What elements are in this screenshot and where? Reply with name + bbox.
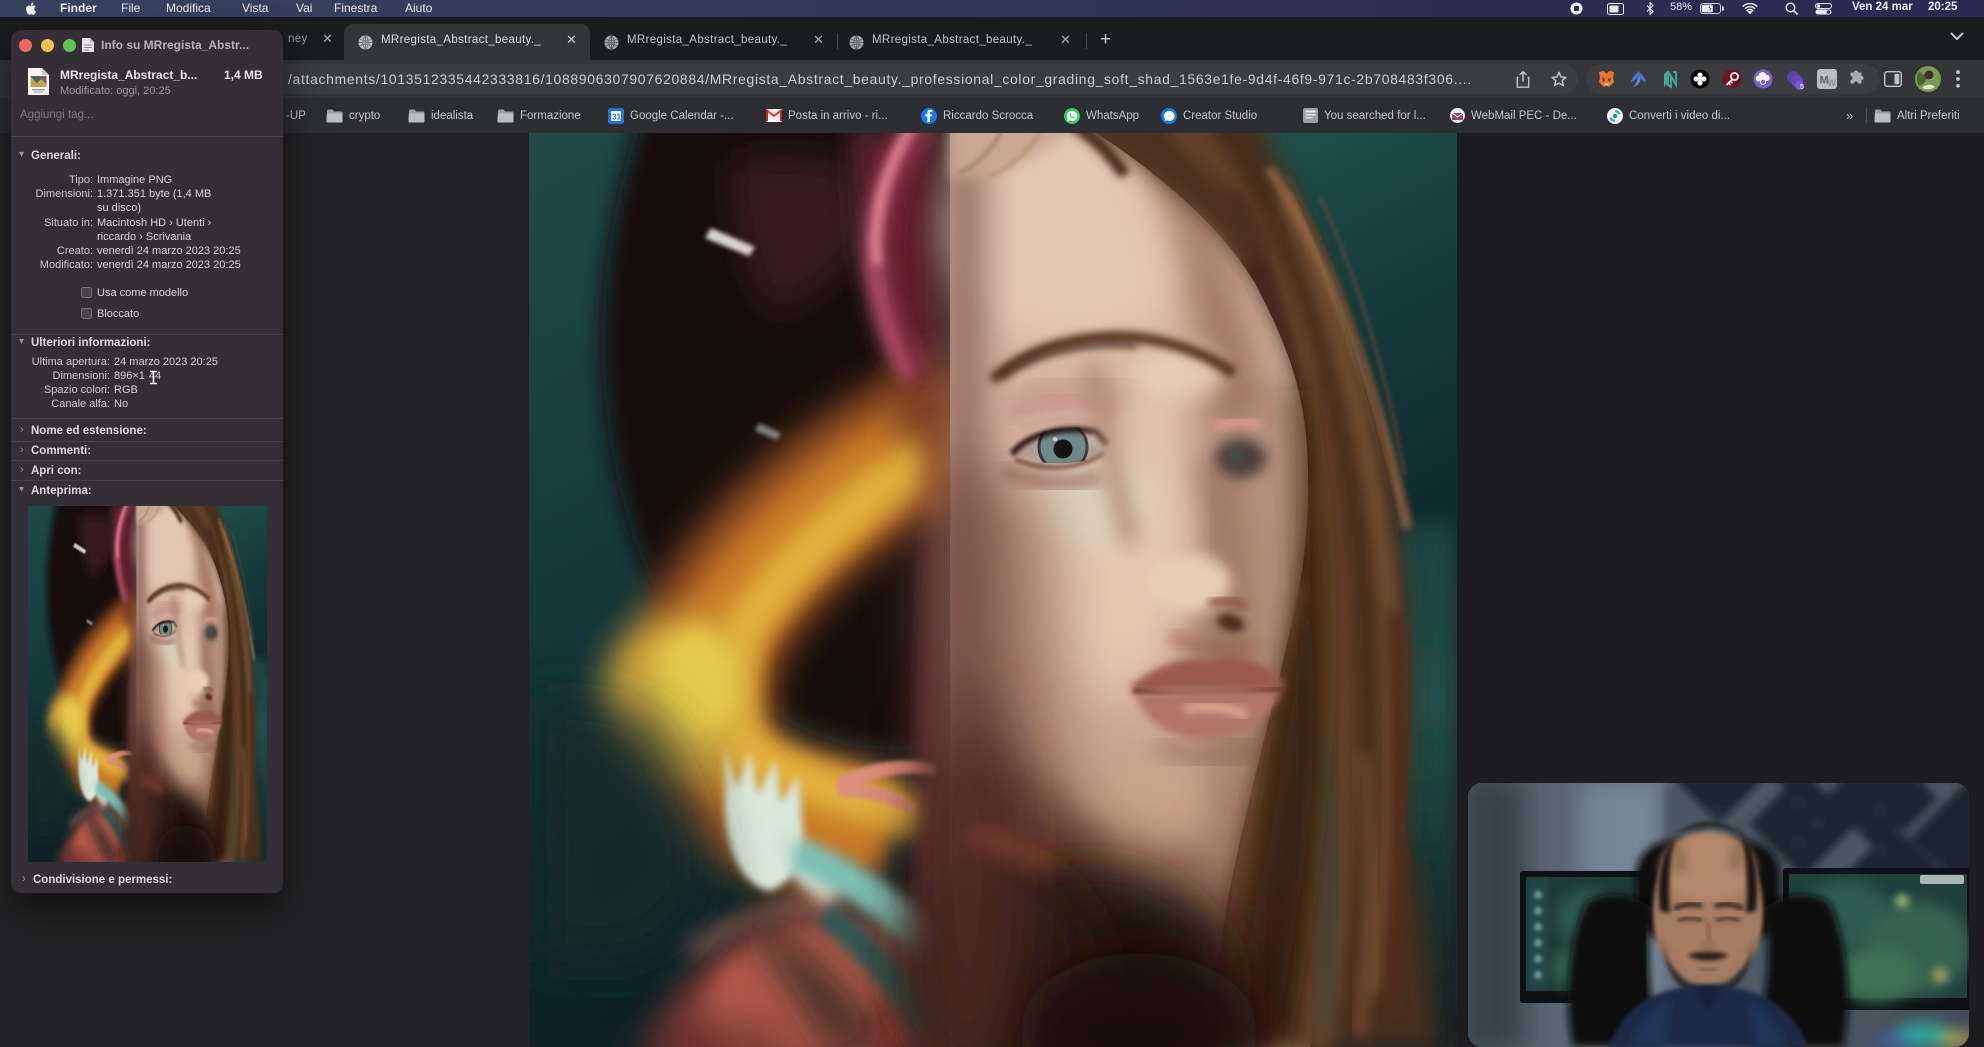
svg-text:5: 5: [1800, 84, 1804, 91]
svg-text:31: 31: [612, 112, 621, 121]
svg-text:W: W: [1828, 78, 1837, 88]
